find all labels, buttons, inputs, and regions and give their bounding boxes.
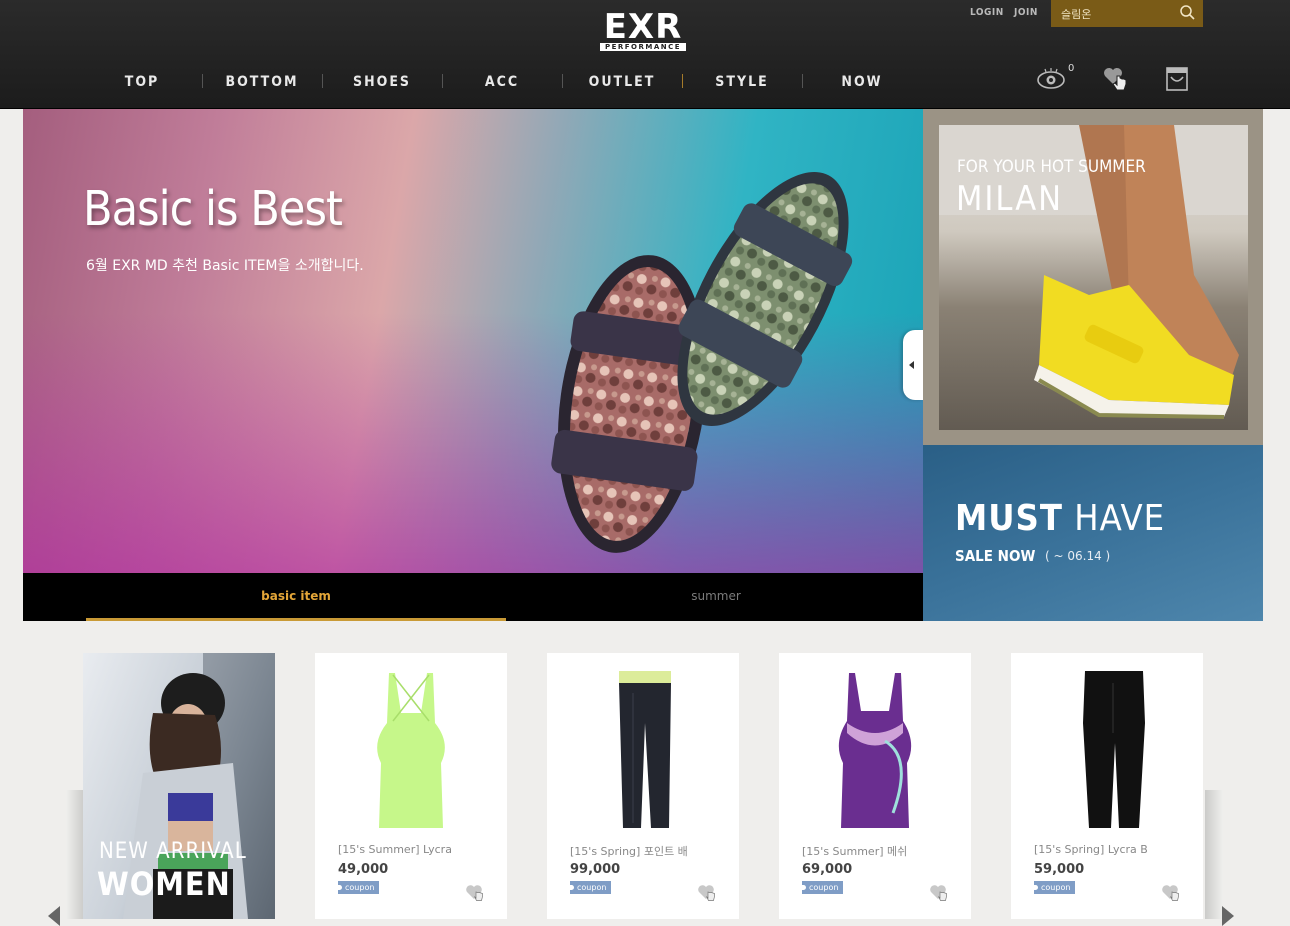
- product-image-leggings-navy: [619, 671, 671, 828]
- tab-summer[interactable]: summer: [506, 573, 926, 621]
- must-have-title-bold: MUST: [955, 498, 1063, 539]
- product-price: 69,000: [802, 862, 853, 877]
- coupon-badge: coupon: [802, 881, 844, 894]
- site-header: EXR PERFORMANCE LOGIN JOIN TOP BOTTOM SH…: [0, 0, 1290, 109]
- search-icon: [1180, 5, 1195, 20]
- coupon-badge: coupon: [1034, 881, 1076, 894]
- hero-banner[interactable]: Basic is Best 6월 EXR MD 추천 Basic ITEM을 소…: [23, 109, 923, 573]
- must-have-title: MUST HAVE: [955, 497, 1165, 541]
- wishlist-button[interactable]: [1101, 64, 1133, 94]
- logo-text: EXR: [603, 7, 683, 47]
- carousel-prev-arrow[interactable]: [48, 906, 60, 926]
- shopping-bag-icon: [1166, 67, 1188, 91]
- logo-subtext: PERFORMANCE: [600, 43, 686, 51]
- milan-kicker: FOR YOUR HOT SUMMER: [957, 157, 1146, 177]
- hero-title: Basic is Best: [83, 181, 343, 237]
- product-price: 49,000: [338, 862, 389, 877]
- must-have-title-rest: HAVE: [1074, 498, 1166, 539]
- hero-subtitle: 6월 EXR MD 추천 Basic ITEM을 소개합니다.: [86, 258, 364, 274]
- wishlist-heart-icon[interactable]: [1161, 883, 1181, 903]
- product-name: [15's Spring] 포인트 배: [570, 845, 688, 857]
- search-button[interactable]: [1173, 0, 1203, 27]
- wishlist-heart-icon[interactable]: [697, 883, 717, 903]
- nav-item-acc[interactable]: ACC: [442, 70, 562, 94]
- wishlist-heart-icon[interactable]: [929, 883, 949, 903]
- product-image-capri-black: [1083, 671, 1145, 828]
- product-image-tank-green: [377, 673, 445, 828]
- hero-tabs: basic item summer: [23, 573, 923, 621]
- product-price: 59,000: [1034, 862, 1085, 877]
- heart-hand-icon: [1104, 68, 1127, 91]
- new-arrival-label: NEW ARRIVAL: [99, 839, 247, 864]
- nav-item-shoes[interactable]: SHOES: [322, 70, 442, 94]
- must-have-banner[interactable]: MUST HAVE SALE NOW ( ~ 06.14 ): [923, 445, 1263, 621]
- coupon-badge: coupon: [570, 881, 612, 894]
- new-arrival-banner[interactable]: NEW ARRIVAL WOMEN: [83, 653, 275, 919]
- join-link[interactable]: JOIN: [1014, 7, 1038, 19]
- sandals-image: [551, 172, 853, 553]
- sale-now-label: SALE NOW: [955, 547, 1036, 565]
- sale-date: ( ~ 06.14 ): [1045, 549, 1111, 563]
- exr-logo[interactable]: EXR PERFORMANCE: [600, 7, 686, 51]
- tab-basic-item[interactable]: basic item: [86, 573, 506, 621]
- product-name: [15's Summer] Lycra: [338, 843, 452, 856]
- product-card[interactable]: [15's Spring] 포인트 배 99,000 coupon: [547, 653, 739, 919]
- eye-icon: [1037, 68, 1065, 89]
- nav-item-outlet[interactable]: OUTLET: [562, 70, 682, 94]
- product-price: 99,000: [570, 862, 621, 877]
- recently-viewed-button[interactable]: [1036, 64, 1068, 94]
- nav-item-now[interactable]: NOW: [802, 70, 922, 94]
- wishlist-heart-icon[interactable]: [465, 883, 485, 903]
- hero-prev-arrow[interactable]: [903, 330, 923, 400]
- carousel-shadow-left: [66, 790, 84, 919]
- carousel-next-arrow[interactable]: [1222, 906, 1234, 926]
- product-card[interactable]: [15's Summer] 메쉬 69,000 coupon: [779, 653, 971, 919]
- product-name: [15's Summer] 메쉬: [802, 845, 908, 857]
- product-card[interactable]: [15's Summer] Lycra 49,000 coupon: [315, 653, 507, 919]
- carousel-shadow-right: [1205, 790, 1223, 919]
- search-input[interactable]: [1059, 5, 1175, 23]
- nav-item-style[interactable]: STYLE: [682, 70, 802, 94]
- product-card[interactable]: [15's Spring] Lycra B 59,000 coupon: [1011, 653, 1203, 919]
- product-image-tank-purple: [838, 673, 912, 828]
- cart-button[interactable]: [1162, 64, 1194, 94]
- milan-title: MILAN: [956, 179, 1064, 219]
- new-arrival-category: WOMEN: [97, 865, 231, 903]
- nav-item-top[interactable]: TOP: [82, 70, 202, 94]
- nav-item-bottom[interactable]: BOTTOM: [202, 70, 322, 94]
- search-box: [1051, 0, 1203, 27]
- login-link[interactable]: LOGIN: [970, 7, 1004, 19]
- product-name: [15's Spring] Lycra B: [1034, 843, 1148, 856]
- coupon-badge: coupon: [338, 881, 380, 894]
- recently-viewed-count: 0: [1068, 63, 1075, 74]
- milan-banner[interactable]: FOR YOUR HOT SUMMER MILAN: [923, 109, 1263, 445]
